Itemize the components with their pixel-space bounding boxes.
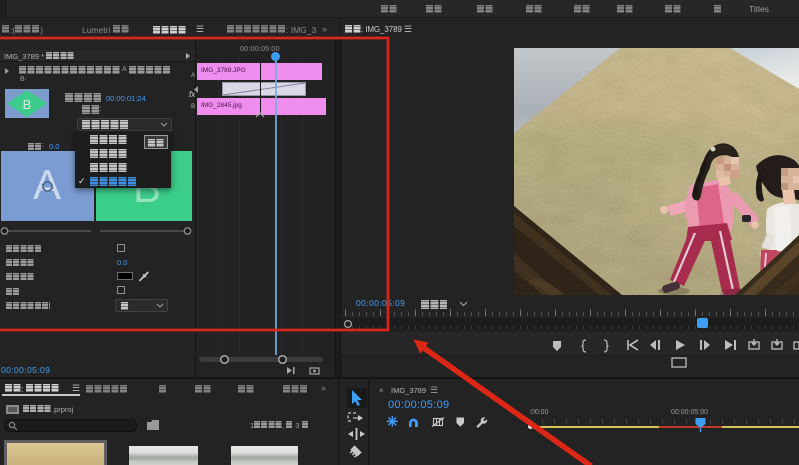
svg-text:B: B [23,97,32,112]
